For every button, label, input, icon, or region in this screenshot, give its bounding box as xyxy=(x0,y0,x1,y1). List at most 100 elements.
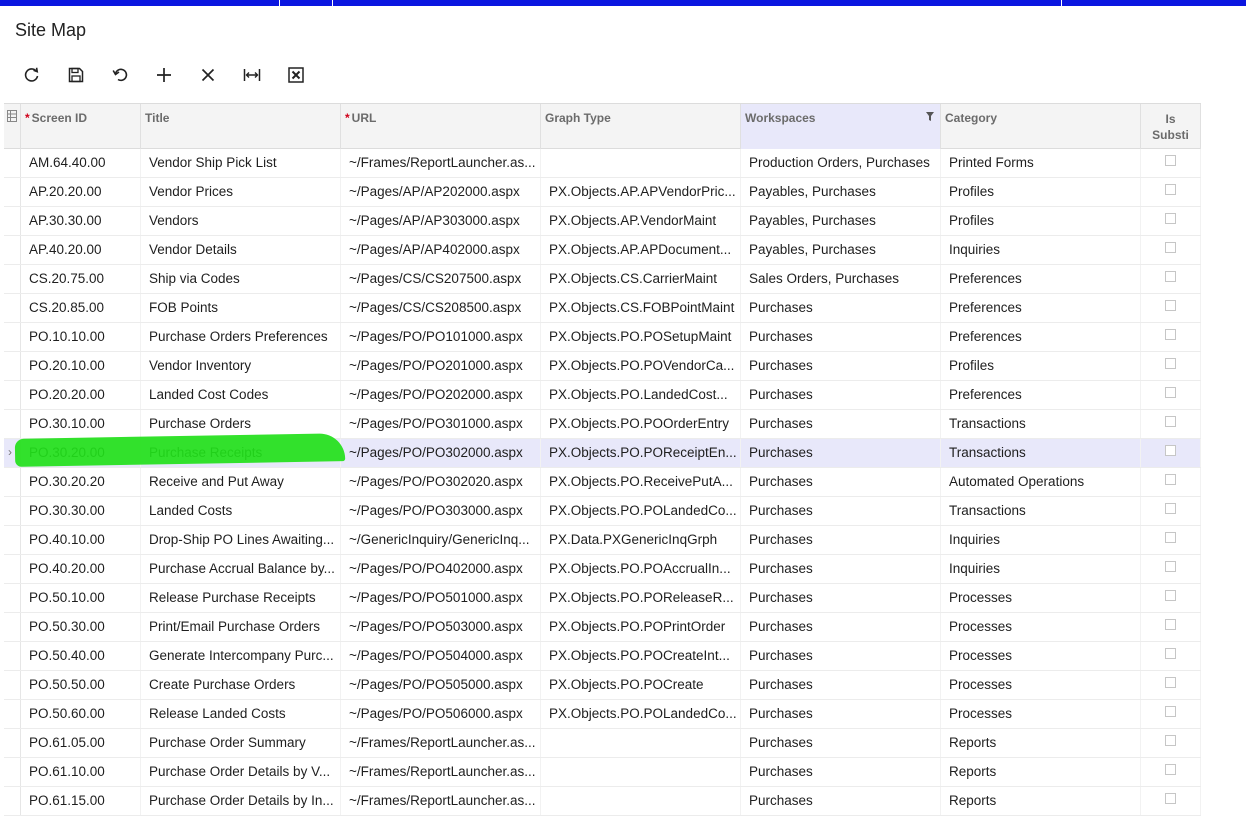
table-row[interactable]: PO.61.10.00 Purchase Order Details by V.… xyxy=(4,758,1201,787)
cell-category[interactable]: Preferences xyxy=(941,381,1141,409)
column-header-screen-id[interactable]: * Screen ID xyxy=(21,104,141,149)
cell-category[interactable]: Processes xyxy=(941,700,1141,728)
cell-url[interactable]: ~/Pages/CS/CS207500.aspx xyxy=(341,265,541,293)
export-excel-button[interactable] xyxy=(274,62,318,88)
cell-graph-type[interactable] xyxy=(541,787,741,815)
cell-screen-id[interactable]: AP.30.30.00 xyxy=(21,207,141,235)
undo-button[interactable] xyxy=(98,62,142,88)
cell-category[interactable]: Transactions xyxy=(941,410,1141,438)
cell-title[interactable]: Purchase Receipts xyxy=(141,439,341,467)
cell-graph-type[interactable]: PX.Objects.AP.APDocument... xyxy=(541,236,741,264)
cell-graph-type[interactable] xyxy=(541,729,741,757)
is-substitute-checkbox[interactable] xyxy=(1165,444,1176,456)
cell-title[interactable]: Release Landed Costs xyxy=(141,700,341,728)
row-selector[interactable] xyxy=(4,410,21,438)
row-selector[interactable] xyxy=(4,149,21,177)
cell-screen-id[interactable]: PO.20.10.00 xyxy=(21,352,141,380)
cell-url[interactable]: ~/Pages/PO/PO504000.aspx xyxy=(341,642,541,670)
cell-url[interactable]: ~/Pages/PO/PO302000.aspx xyxy=(341,439,541,467)
cell-screen-id[interactable]: PO.40.20.00 xyxy=(21,555,141,583)
cell-title[interactable]: Vendor Inventory xyxy=(141,352,341,380)
cell-workspaces[interactable]: Purchases xyxy=(741,700,941,728)
cell-graph-type[interactable]: PX.Objects.CS.CarrierMaint xyxy=(541,265,741,293)
cell-graph-type[interactable]: PX.Objects.PO.POLandedCo... xyxy=(541,497,741,525)
cell-title[interactable]: Purchase Orders xyxy=(141,410,341,438)
cell-url[interactable]: ~/Pages/PO/PO201000.aspx xyxy=(341,352,541,380)
cell-title[interactable]: Purchase Orders Preferences xyxy=(141,323,341,351)
cell-url[interactable]: ~/GenericInquiry/GenericInq... xyxy=(341,526,541,554)
cell-screen-id[interactable]: PO.61.05.00 xyxy=(21,729,141,757)
is-substitute-checkbox[interactable] xyxy=(1165,328,1176,340)
table-row[interactable]: AP.30.30.00 Vendors ~/Pages/AP/AP303000.… xyxy=(4,207,1201,236)
table-row[interactable]: PO.10.10.00 Purchase Orders Preferences … xyxy=(4,323,1201,352)
cell-category[interactable]: Preferences xyxy=(941,265,1141,293)
cell-url[interactable]: ~/Frames/ReportLauncher.as... xyxy=(341,758,541,786)
cell-workspaces[interactable]: Purchases xyxy=(741,468,941,496)
is-substitute-checkbox[interactable] xyxy=(1165,386,1176,398)
cell-category[interactable]: Reports xyxy=(941,758,1141,786)
cell-title[interactable]: Vendor Prices xyxy=(141,178,341,206)
cell-url[interactable]: ~/Pages/PO/PO101000.aspx xyxy=(341,323,541,351)
table-row[interactable]: PO.20.10.00 Vendor Inventory ~/Pages/PO/… xyxy=(4,352,1201,381)
table-row[interactable]: CS.20.85.00 FOB Points ~/Pages/CS/CS2085… xyxy=(4,294,1201,323)
cell-workspaces[interactable]: Purchases xyxy=(741,352,941,380)
column-header-graph-type[interactable]: Graph Type xyxy=(541,104,741,149)
cell-category[interactable]: Processes xyxy=(941,642,1141,670)
cell-title[interactable]: Ship via Codes xyxy=(141,265,341,293)
cell-category[interactable]: Inquiries xyxy=(941,555,1141,583)
cell-screen-id[interactable]: PO.61.10.00 xyxy=(21,758,141,786)
is-substitute-checkbox[interactable] xyxy=(1165,270,1176,282)
filter-icon[interactable] xyxy=(926,112,934,121)
cell-title[interactable]: Purchase Order Details by In... xyxy=(141,787,341,815)
row-selector[interactable]: › xyxy=(4,439,21,467)
add-row-button[interactable] xyxy=(142,62,186,88)
cell-title[interactable]: Create Purchase Orders xyxy=(141,671,341,699)
cell-title[interactable]: Purchase Order Details by V... xyxy=(141,758,341,786)
is-substitute-checkbox[interactable] xyxy=(1165,183,1176,195)
cell-url[interactable]: ~/Pages/PO/PO505000.aspx xyxy=(341,671,541,699)
cell-url[interactable]: ~/Pages/AP/AP402000.aspx xyxy=(341,236,541,264)
row-selector[interactable] xyxy=(4,265,21,293)
cell-workspaces[interactable]: Purchases xyxy=(741,758,941,786)
cell-title[interactable]: Receive and Put Away xyxy=(141,468,341,496)
refresh-button[interactable] xyxy=(10,62,54,88)
is-substitute-checkbox[interactable] xyxy=(1165,473,1176,485)
is-substitute-checkbox[interactable] xyxy=(1165,531,1176,543)
cell-title[interactable]: Landed Cost Codes xyxy=(141,381,341,409)
cell-graph-type[interactable]: PX.Objects.AP.VendorMaint xyxy=(541,207,741,235)
table-row[interactable]: PO.61.15.00 Purchase Order Details by In… xyxy=(4,787,1201,816)
row-selector[interactable] xyxy=(4,207,21,235)
table-row[interactable]: › PO.30.20.00 Purchase Receipts ~/Pages/… xyxy=(4,439,1201,468)
cell-workspaces[interactable]: Sales Orders, Purchases xyxy=(741,265,941,293)
is-substitute-checkbox[interactable] xyxy=(1165,792,1176,804)
cell-workspaces[interactable]: Purchases xyxy=(741,381,941,409)
cell-url[interactable]: ~/Frames/ReportLauncher.as... xyxy=(341,729,541,757)
cell-workspaces[interactable]: Payables, Purchases xyxy=(741,178,941,206)
cell-title[interactable]: Release Purchase Receipts xyxy=(141,584,341,612)
row-selector[interactable] xyxy=(4,787,21,815)
cell-graph-type[interactable]: PX.Objects.PO.POReleaseR... xyxy=(541,584,741,612)
cell-graph-type[interactable]: PX.Objects.PO.POVendorCa... xyxy=(541,352,741,380)
cell-screen-id[interactable]: PO.30.30.00 xyxy=(21,497,141,525)
table-row[interactable]: PO.50.30.00 Print/Email Purchase Orders … xyxy=(4,613,1201,642)
cell-workspaces[interactable]: Purchases xyxy=(741,555,941,583)
is-substitute-checkbox[interactable] xyxy=(1165,241,1176,253)
cell-url[interactable]: ~/Pages/AP/AP202000.aspx xyxy=(341,178,541,206)
row-selector[interactable] xyxy=(4,526,21,554)
cell-url[interactable]: ~/Pages/PO/PO503000.aspx xyxy=(341,613,541,641)
cell-screen-id[interactable]: AM.64.40.00 xyxy=(21,149,141,177)
cell-title[interactable]: Generate Intercompany Purc... xyxy=(141,642,341,670)
cell-workspaces[interactable]: Purchases xyxy=(741,526,941,554)
cell-graph-type[interactable] xyxy=(541,758,741,786)
row-selector[interactable] xyxy=(4,468,21,496)
cell-url[interactable]: ~/Pages/PO/PO303000.aspx xyxy=(341,497,541,525)
cell-url[interactable]: ~/Frames/ReportLauncher.as... xyxy=(341,149,541,177)
is-substitute-checkbox[interactable] xyxy=(1165,647,1176,659)
cell-title[interactable]: Vendor Details xyxy=(141,236,341,264)
cell-workspaces[interactable]: Purchases xyxy=(741,642,941,670)
cell-title[interactable]: FOB Points xyxy=(141,294,341,322)
cell-title[interactable]: Vendors xyxy=(141,207,341,235)
cell-screen-id[interactable]: PO.61.15.00 xyxy=(21,787,141,815)
cell-workspaces[interactable]: Purchases xyxy=(741,613,941,641)
row-selector[interactable] xyxy=(4,729,21,757)
